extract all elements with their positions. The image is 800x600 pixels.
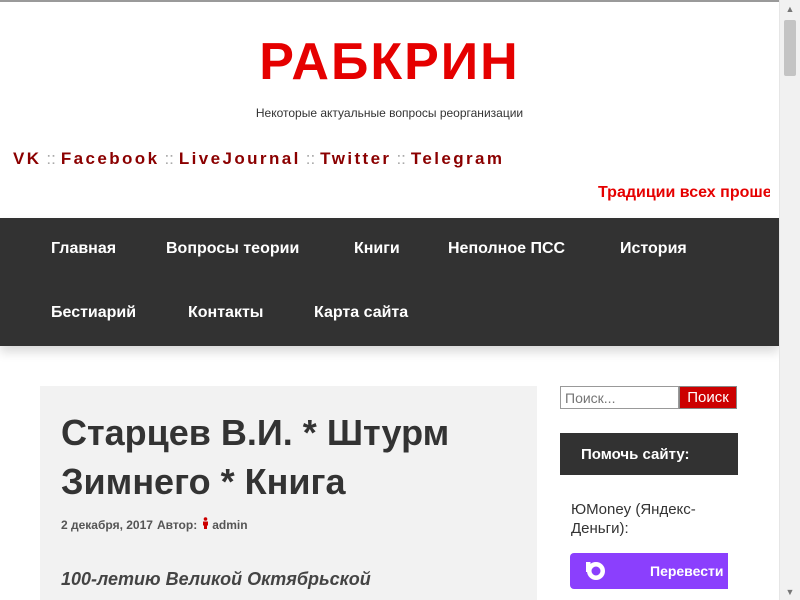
marquee-text: Традиции всех проше	[598, 184, 770, 201]
money-label: ЮMoney (Яндекс-Деньги):	[571, 501, 696, 537]
social-separator: ::	[396, 149, 406, 168]
search-button[interactable]: Поиск	[679, 386, 737, 409]
post-author[interactable]: admin	[212, 518, 247, 532]
page: РАБКРИН Некоторые актуальные вопросы рео…	[0, 0, 779, 600]
nav-item-pss[interactable]: Неполное ПСС	[448, 240, 565, 258]
pay-button[interactable]: Перевести	[570, 553, 728, 589]
social-link-telegram[interactable]: Telegram	[411, 149, 505, 168]
site-description: Некоторые актуальные вопросы реорганизац…	[255, 106, 524, 120]
social-link-vk[interactable]: VK	[13, 149, 41, 168]
top-border	[0, 0, 779, 2]
post-excerpt: 100-летию Великой Октябрьской	[61, 569, 371, 589]
post-date[interactable]: 2 декабря, 2017	[61, 518, 153, 532]
nav-item-sitemap[interactable]: Карта сайта	[314, 304, 408, 322]
social-separator: ::	[46, 149, 56, 168]
search-input[interactable]	[560, 386, 679, 409]
nav-item-history[interactable]: История	[620, 240, 687, 258]
person-icon	[202, 517, 209, 532]
author-label: Автор:	[156, 517, 198, 532]
widget-title: Помочь сайту:	[560, 433, 738, 475]
main-nav: Главная Вопросы теории Книги Неполное ПС…	[0, 218, 779, 346]
pay-button-label: Перевести	[650, 563, 724, 579]
nav-item-books[interactable]: Книги	[354, 240, 400, 258]
vertical-scrollbar[interactable]: ▲ ▼	[779, 0, 800, 600]
social-link-facebook[interactable]: Facebook	[61, 149, 160, 168]
scroll-down-icon[interactable]: ▼	[780, 583, 800, 600]
scroll-up-icon[interactable]: ▲	[780, 0, 800, 17]
social-separator: ::	[164, 149, 174, 168]
nav-item-bestiary[interactable]: Бестиарий	[51, 304, 136, 322]
scrollbar-thumb[interactable]	[784, 20, 796, 76]
site-title[interactable]: РАБКРИН	[0, 34, 779, 90]
social-link-twitter[interactable]: Twitter	[320, 149, 391, 168]
post-meta: 2 декабря, 2017 Автор: admin	[61, 517, 248, 532]
post-title[interactable]: Старцев В.И. * Штурм Зимнего * Книга	[61, 408, 521, 506]
nav-item-contacts[interactable]: Контакты	[188, 304, 263, 322]
post-card: Старцев В.И. * Штурм Зимнего * Книга 2 д…	[40, 386, 537, 600]
social-link-livejournal[interactable]: LiveJournal	[179, 149, 301, 168]
social-links: VK:: Facebook:: LiveJournal:: Twitter:: Tele…	[13, 149, 504, 169]
nav-item-home[interactable]: Главная	[51, 240, 116, 258]
social-separator: ::	[305, 149, 316, 168]
nav-item-theory[interactable]: Вопросы теории	[166, 240, 299, 258]
yoomoney-icon	[586, 561, 612, 581]
